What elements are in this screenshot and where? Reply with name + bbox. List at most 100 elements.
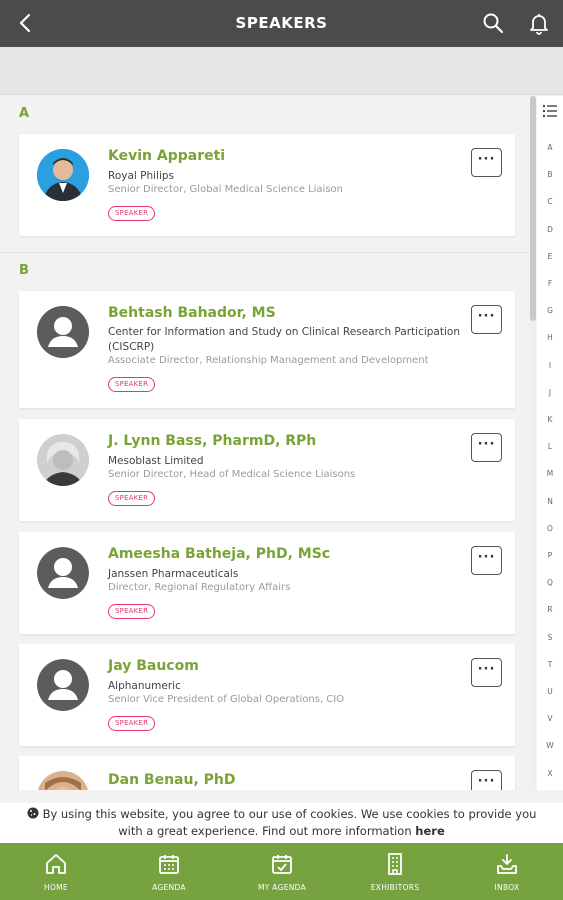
tab-label: AGENDA xyxy=(152,883,186,892)
default-avatar-icon xyxy=(37,659,89,711)
index-letter-h[interactable]: H xyxy=(537,333,563,342)
index-letter-f[interactable]: F xyxy=(537,279,563,288)
tab-my-agenda[interactable]: MY AGENDA xyxy=(226,843,338,900)
default-avatar-icon xyxy=(37,306,89,358)
speaker-card[interactable]: J. Lynn Bass, PharmD, RPh Mesoblast Limi… xyxy=(19,419,515,521)
filter-bar xyxy=(0,47,563,95)
speaker-role: Director, Regional Regulatory Affairs xyxy=(108,582,291,593)
tab-agenda[interactable]: AGENDA xyxy=(113,843,225,900)
speaker-photo xyxy=(37,149,89,201)
speaker-list: A Kevin Appareti Royal Philips Senior Di… xyxy=(0,96,530,790)
inbox-download-icon xyxy=(497,854,517,874)
more-options-button[interactable]: ··· xyxy=(471,546,502,575)
index-letter-w[interactable]: W xyxy=(537,741,563,750)
calendar-icon xyxy=(159,855,179,874)
more-options-button[interactable]: ··· xyxy=(471,305,502,334)
default-avatar-icon xyxy=(37,547,89,599)
speaker-card[interactable]: Kevin Appareti Royal Philips Senior Dire… xyxy=(19,134,515,236)
speaker-name[interactable]: Dan Benau, PhD xyxy=(108,772,236,788)
index-letter-r[interactable]: R xyxy=(537,605,563,614)
more-options-button[interactable]: ··· xyxy=(471,433,502,462)
speaker-card[interactable]: Dan Benau, PhD ··· xyxy=(19,756,515,790)
index-letter-t[interactable]: T xyxy=(537,660,563,669)
index-letter-x[interactable]: X xyxy=(537,769,563,778)
speaker-role: Associate Director, Relationship Managem… xyxy=(108,355,429,366)
speaker-photo xyxy=(37,434,89,486)
cookie-icon xyxy=(27,807,39,819)
building-icon xyxy=(388,853,402,875)
section-divider xyxy=(0,252,530,253)
index-letter-i[interactable]: I xyxy=(537,361,563,370)
section-header-b: B xyxy=(19,263,29,278)
tab-label: HOME xyxy=(44,883,68,892)
index-letter-u[interactable]: U xyxy=(537,687,563,696)
speaker-name[interactable]: Behtash Bahador, MS xyxy=(108,305,276,321)
tab-label: MY AGENDA xyxy=(257,883,307,892)
index-letter-v[interactable]: V xyxy=(537,714,563,723)
speaker-name[interactable]: Ameesha Batheja, PhD, MSc xyxy=(108,546,330,562)
tab-home[interactable]: HOME xyxy=(0,843,112,900)
speaker-badge: SPEAKER xyxy=(108,206,156,221)
speaker-name[interactable]: J. Lynn Bass, PharmD, RPh xyxy=(108,433,316,449)
scrollbar[interactable] xyxy=(530,96,536,790)
scrollbar-thumb[interactable] xyxy=(530,96,536,321)
speaker-name[interactable]: Kevin Appareti xyxy=(108,148,225,164)
speaker-organization: Mesoblast Limited xyxy=(108,455,204,467)
notification-bell-icon[interactable] xyxy=(527,11,551,35)
more-icon: ··· xyxy=(477,774,496,789)
more-options-button[interactable]: ··· xyxy=(471,658,502,687)
speaker-organization: Royal Philips xyxy=(108,170,175,182)
index-letter-k[interactable]: K xyxy=(537,415,563,424)
index-letter-d[interactable]: D xyxy=(537,225,563,234)
index-letter-b[interactable]: B xyxy=(537,170,563,179)
search-icon[interactable] xyxy=(481,11,505,35)
speaker-badge: SPEAKER xyxy=(108,716,156,731)
speaker-organization: Alphanumeric xyxy=(108,680,181,692)
more-icon: ··· xyxy=(477,309,496,324)
tab-inbox[interactable]: INBOX xyxy=(451,843,563,900)
index-letter-n[interactable]: N xyxy=(537,497,563,506)
page-title: SPEAKERS xyxy=(235,14,328,32)
more-options-button[interactable]: ··· xyxy=(471,148,502,177)
speaker-badge: SPEAKER xyxy=(108,377,156,392)
index-letter-o[interactable]: O xyxy=(537,524,563,533)
index-letter-j[interactable]: J xyxy=(537,388,563,397)
index-letter-p[interactable]: P xyxy=(537,551,563,560)
index-letter-m[interactable]: M xyxy=(537,469,563,478)
tab-label: EXHIBITORS xyxy=(370,883,420,892)
speaker-organization: Janssen Pharmaceuticals xyxy=(108,568,239,580)
cookie-text: By using this website, you agree to our … xyxy=(42,807,537,838)
more-icon: ··· xyxy=(477,662,496,677)
index-letter-l[interactable]: L xyxy=(537,442,563,451)
speaker-card[interactable]: Jay Baucom Alphanumeric Senior Vice Pres… xyxy=(19,644,515,746)
bottom-tab-bar: HOME AGENDA MY AGENDA EXHIBITORS INBOX xyxy=(0,843,563,900)
calendar-check-icon xyxy=(272,855,292,874)
speaker-badge: SPEAKER xyxy=(108,491,156,506)
alphabet-index: A B C D E F G H I J K L M N O P Q R S T U V W X xyxy=(537,96,563,790)
speaker-organization: Center for Information and Study on Clin… xyxy=(108,326,460,353)
index-letter-e[interactable]: E xyxy=(537,252,563,261)
speaker-card[interactable]: Ameesha Batheja, PhD, MSc Janssen Pharma… xyxy=(19,532,515,634)
index-letter-c[interactable]: C xyxy=(537,197,563,206)
speaker-role: Senior Vice President of Global Operatio… xyxy=(108,694,345,705)
list-view-icon[interactable] xyxy=(543,105,557,117)
more-icon: ··· xyxy=(477,550,496,565)
index-letter-q[interactable]: Q xyxy=(537,578,563,587)
speaker-role: Senior Director, Global Medical Science … xyxy=(108,184,343,195)
tab-exhibitors[interactable]: EXHIBITORS xyxy=(339,843,451,900)
cookie-more-info-link[interactable]: here xyxy=(415,824,444,838)
index-letter-s[interactable]: S xyxy=(537,633,563,642)
top-app-bar: SPEAKERS xyxy=(0,0,563,47)
cookie-notice: By using this website, you agree to our … xyxy=(0,803,563,843)
index-letter-a[interactable]: A xyxy=(537,143,563,152)
home-icon xyxy=(46,854,66,874)
more-options-button[interactable]: ··· xyxy=(471,770,502,790)
speaker-role: Senior Director, Head of Medical Science… xyxy=(108,469,356,480)
section-header-a: A xyxy=(19,106,30,121)
speaker-name[interactable]: Jay Baucom xyxy=(108,658,199,674)
speaker-card[interactable]: Behtash Bahador, MS Center for Informati… xyxy=(19,291,515,408)
speaker-photo xyxy=(37,771,89,790)
more-icon: ··· xyxy=(477,437,496,452)
more-icon: ··· xyxy=(477,152,496,167)
index-letter-g[interactable]: G xyxy=(537,306,563,315)
